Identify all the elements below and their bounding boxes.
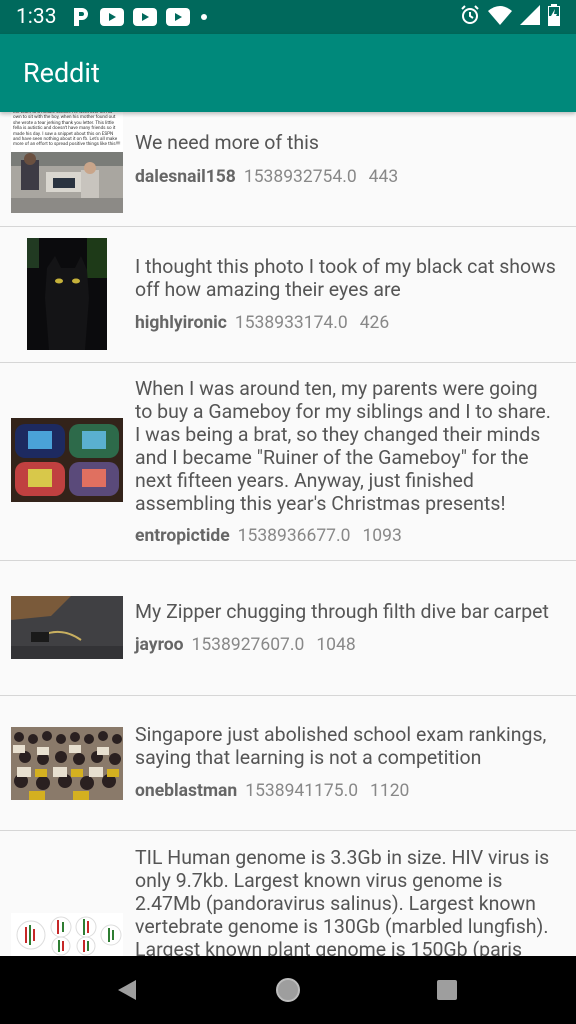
post-thumbnail[interactable] bbox=[11, 727, 123, 800]
post-list[interactable]: the team to a middle school. He went ove… bbox=[0, 112, 576, 956]
post-meta: entropictide 1538936677.0 1093 bbox=[135, 526, 402, 546]
app-title: Reddit bbox=[23, 57, 100, 89]
post-timestamp: 1538932754.0 bbox=[243, 167, 357, 187]
back-icon bbox=[118, 980, 136, 1000]
post-timestamp: 1538941175.0 bbox=[245, 781, 359, 801]
wifi-icon bbox=[488, 5, 512, 29]
post-timestamp: 1538936677.0 bbox=[237, 526, 351, 546]
post-score: 443 bbox=[368, 167, 399, 187]
post-row[interactable]: When I was around ten, my parents were g… bbox=[0, 363, 576, 561]
post-meta: highlyironic 1538933174.0 426 bbox=[135, 313, 389, 333]
post-title[interactable]: I thought this photo I took of my black … bbox=[135, 255, 558, 301]
post-score: 1048 bbox=[316, 635, 356, 655]
p-app-icon bbox=[71, 6, 91, 28]
post-thumbnail[interactable] bbox=[11, 913, 123, 956]
post-title[interactable]: We need more of this bbox=[135, 131, 558, 154]
signal-icon bbox=[520, 5, 540, 29]
post-author[interactable]: highlyironic bbox=[135, 313, 227, 333]
post-title[interactable]: Singapore just abolished school exam ran… bbox=[135, 723, 558, 769]
youtube-icon bbox=[165, 8, 190, 26]
recents-icon bbox=[437, 980, 457, 1000]
post-author[interactable]: jayroo bbox=[135, 635, 184, 655]
home-icon bbox=[276, 978, 300, 1002]
post-meta: jayroo 1538927607.0 1048 bbox=[135, 635, 356, 655]
post-thumbnail[interactable] bbox=[27, 238, 107, 350]
post-score: 1120 bbox=[370, 781, 410, 801]
post-thumbnail[interactable]: the team to a middle school. He went ove… bbox=[11, 112, 123, 213]
status-time: 1:33 bbox=[16, 5, 57, 29]
post-author[interactable]: entropictide bbox=[135, 526, 230, 546]
navigation-bar bbox=[0, 956, 576, 1024]
post-author[interactable]: dalesnail158 bbox=[135, 167, 236, 187]
battery-icon bbox=[548, 4, 560, 30]
recents-button[interactable] bbox=[407, 956, 487, 1024]
post-meta: dalesnail158 1538932754.0 443 bbox=[135, 167, 398, 187]
post-row[interactable]: TIL Human genome is 3.3Gb in size. HIV v… bbox=[0, 831, 576, 956]
post-title[interactable]: My Zipper chugging through filth dive ba… bbox=[135, 600, 558, 623]
youtube-icon bbox=[99, 8, 124, 26]
post-title[interactable]: TIL Human genome is 3.3Gb in size. HIV v… bbox=[135, 846, 558, 956]
dot-icon bbox=[199, 12, 209, 22]
status-bar: 1:33 bbox=[0, 0, 576, 34]
post-row[interactable]: My Zipper chugging through filth dive ba… bbox=[0, 561, 576, 696]
post-author[interactable]: oneblastman bbox=[135, 781, 237, 801]
post-score: 1093 bbox=[362, 526, 402, 546]
post-timestamp: 1538933174.0 bbox=[234, 313, 348, 333]
post-timestamp: 1538927607.0 bbox=[191, 635, 305, 655]
post-thumbnail[interactable] bbox=[11, 596, 123, 659]
alarm-icon bbox=[460, 5, 480, 29]
app-bar: Reddit bbox=[0, 34, 576, 112]
post-score: 426 bbox=[359, 313, 390, 333]
post-title[interactable]: When I was around ten, my parents were g… bbox=[135, 377, 558, 515]
post-row[interactable]: the team to a middle school. He went ove… bbox=[0, 112, 576, 227]
post-row[interactable]: Singapore just abolished school exam ran… bbox=[0, 696, 576, 831]
youtube-icon bbox=[132, 8, 157, 26]
home-button[interactable] bbox=[248, 956, 328, 1024]
post-thumbnail[interactable] bbox=[11, 418, 123, 502]
post-row[interactable]: I thought this photo I took of my black … bbox=[0, 227, 576, 363]
post-meta: oneblastman 1538941175.0 1120 bbox=[135, 781, 409, 801]
back-button[interactable] bbox=[87, 956, 167, 1024]
